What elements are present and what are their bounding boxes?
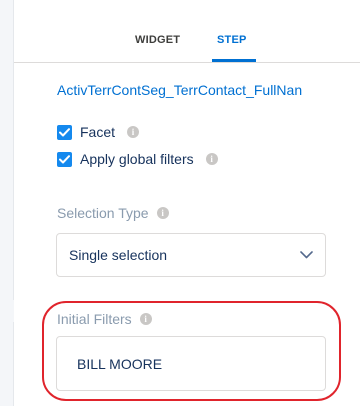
- chevron-down-icon: [300, 251, 313, 259]
- selection-type-value: Single selection: [69, 247, 168, 263]
- initial-filters-value: BILL MOORE: [77, 355, 163, 372]
- checkmark-icon: [59, 127, 70, 136]
- info-icon[interactable]: i: [156, 207, 169, 219]
- tab-step[interactable]: STEP: [217, 34, 247, 46]
- panel-tabs: WIDGET STEP: [14, 0, 360, 63]
- info-icon[interactable]: i: [127, 126, 140, 138]
- active-tab-indicator: [212, 59, 256, 62]
- initial-filters-label-text: Initial Filters: [57, 311, 132, 327]
- step-name-link[interactable]: ActivTerrContSeg_TerrContact_FullNan: [57, 82, 360, 98]
- apply-global-filters-option[interactable]: Apply global filters i: [57, 151, 218, 167]
- selection-type-label-text: Selection Type: [57, 205, 149, 221]
- facet-label: Facet: [80, 124, 116, 140]
- apply-global-filters-label: Apply global filters: [80, 151, 194, 167]
- apply-global-filters-checkbox[interactable]: [57, 151, 72, 167]
- selection-type-select[interactable]: Single selection: [56, 233, 326, 277]
- selection-type-label: Selection Type i: [57, 205, 169, 221]
- info-icon[interactable]: i: [205, 153, 218, 165]
- checkmark-icon: [59, 154, 70, 163]
- tab-widget[interactable]: WIDGET: [135, 34, 180, 46]
- info-icon[interactable]: i: [139, 313, 152, 325]
- left-panel-edge: [0, 0, 14, 406]
- initial-filters-label: Initial Filters i: [57, 311, 152, 327]
- panel-divider: [13, 322, 14, 406]
- initial-filters-input[interactable]: BILL MOORE: [56, 336, 326, 391]
- facet-option[interactable]: Facet i: [57, 124, 140, 140]
- facet-checkbox[interactable]: [57, 124, 72, 140]
